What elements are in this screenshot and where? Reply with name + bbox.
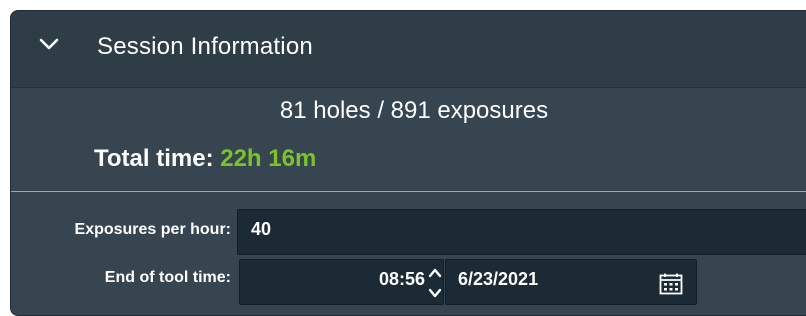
total-time: Total time: 22h 16m (94, 145, 316, 173)
chevron-down-icon[interactable] (39, 37, 59, 51)
exposures-per-hour-label: Exposures per hour: (74, 221, 231, 238)
session-information-panel: Session Information 81 holes / 891 expos… (10, 10, 806, 316)
exposures-per-hour-value: 40 (251, 219, 272, 239)
exposures-per-hour-input[interactable]: 40 (237, 209, 806, 255)
end-time-value: 08:56 (378, 269, 425, 289)
panel-header[interactable]: Session Information (11, 11, 806, 88)
total-time-value: 22h 16m (220, 145, 317, 172)
spinner-arrows-icon[interactable] (425, 263, 445, 303)
end-time-input[interactable]: 08:56 (239, 259, 444, 305)
end-of-tool-time-label: End of tool time: (104, 269, 231, 286)
holes-exposures-summary: 81 holes / 891 exposures (279, 97, 549, 124)
calendar-icon[interactable] (659, 273, 683, 295)
panel-title: Session Information (97, 33, 313, 60)
end-date-value: 6/23/2021 (458, 269, 539, 289)
total-time-label: Total time: (94, 145, 214, 172)
divider (11, 191, 806, 192)
